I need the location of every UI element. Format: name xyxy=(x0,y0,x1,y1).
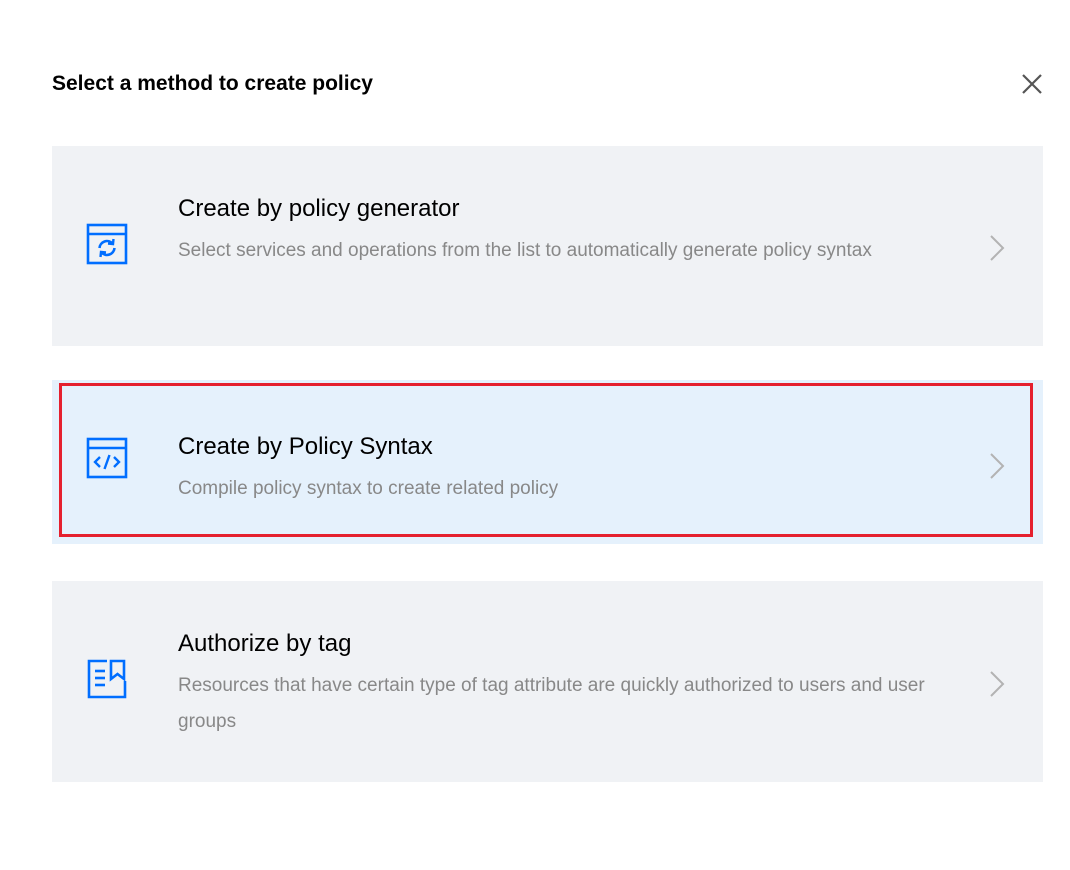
create-policy-dialog: Select a method to create policy Create … xyxy=(0,0,1070,870)
option-title: Create by policy generator xyxy=(178,195,460,222)
option-authorize-by-tag[interactable]: Authorize by tag Resources that have cer… xyxy=(52,581,1043,782)
close-icon xyxy=(1022,74,1042,94)
option-policy-generator[interactable]: Create by policy generator Select servic… xyxy=(52,146,1043,346)
chevron-right-icon xyxy=(987,669,1007,699)
option-description: Compile policy syntax to create related … xyxy=(178,478,559,499)
option-title: Authorize by tag xyxy=(178,630,352,657)
chevron-right-icon xyxy=(987,233,1007,263)
chevron-right-icon xyxy=(987,451,1007,481)
close-button[interactable] xyxy=(1012,64,1052,104)
option-policy-syntax[interactable]: Create by Policy Syntax Compile policy s… xyxy=(52,380,1043,544)
refresh-window-icon xyxy=(85,222,129,266)
dialog-title: Select a method to create policy xyxy=(52,72,373,95)
option-description: Resources that have certain type of tag … xyxy=(178,675,925,732)
tag-document-icon xyxy=(85,657,129,701)
code-window-icon xyxy=(85,436,129,480)
option-description: Select services and operations from the … xyxy=(178,240,872,261)
option-title: Create by Policy Syntax xyxy=(178,433,433,460)
